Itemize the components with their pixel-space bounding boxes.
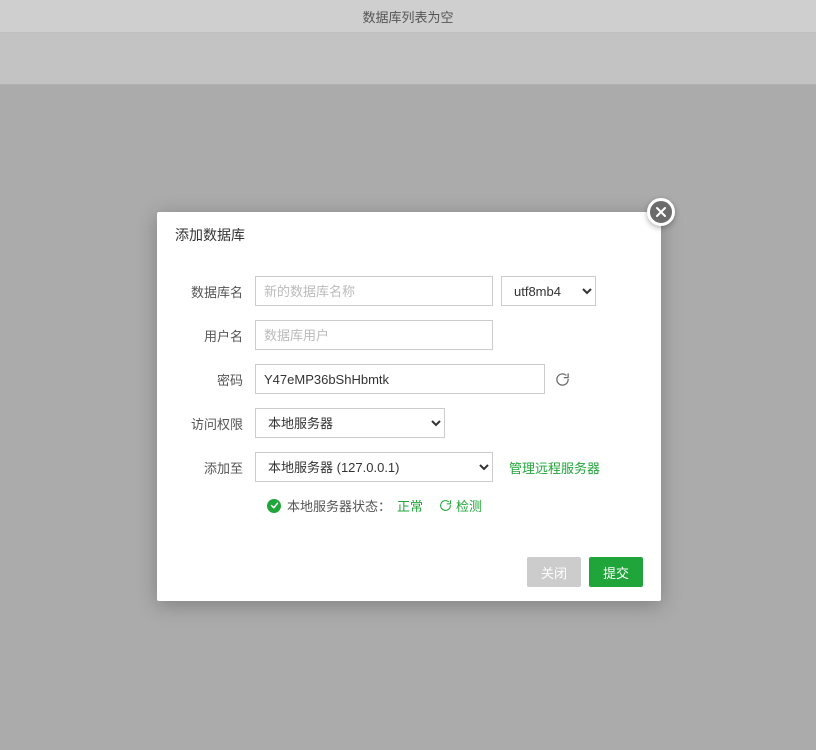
check-icon bbox=[270, 501, 279, 510]
manage-remote-link[interactable]: 管理远程服务器 bbox=[509, 458, 600, 477]
empty-db-message: 数据库列表为空 bbox=[362, 7, 453, 26]
charset-select[interactable]: utf8mb4 bbox=[501, 276, 596, 306]
regenerate-password-button[interactable] bbox=[553, 370, 571, 388]
recheck-label: 检测 bbox=[456, 496, 482, 515]
row-username: 用户名 bbox=[175, 320, 643, 350]
status-prefix: 本地服务器状态： bbox=[287, 496, 391, 515]
row-access: 访问权限 本地服务器 bbox=[175, 408, 643, 438]
modal-body: 数据库名 utf8mb4 用户名 密码 访问权 bbox=[157, 258, 661, 523]
row-password: 密码 bbox=[175, 364, 643, 394]
add-database-modal: 添加数据库 数据库名 utf8mb4 用户名 密码 bbox=[157, 212, 661, 601]
server-status-row: 本地服务器状态： 正常 检测 bbox=[267, 496, 643, 515]
username-input[interactable] bbox=[255, 320, 493, 350]
recheck-status-button[interactable]: 检测 bbox=[439, 496, 482, 515]
row-dbname: 数据库名 utf8mb4 bbox=[175, 276, 643, 306]
label-password: 密码 bbox=[175, 370, 255, 389]
access-select[interactable]: 本地服务器 bbox=[255, 408, 445, 438]
label-dbname: 数据库名 bbox=[175, 282, 255, 301]
refresh-icon bbox=[555, 372, 570, 387]
close-button[interactable]: 关闭 bbox=[527, 557, 581, 587]
page-subheader-bar bbox=[0, 33, 816, 85]
row-addto: 添加至 本地服务器 (127.0.0.1) 管理远程服务器 bbox=[175, 452, 643, 482]
close-icon bbox=[655, 206, 667, 218]
modal-footer: 关闭 提交 bbox=[157, 543, 661, 601]
label-access: 访问权限 bbox=[175, 414, 255, 433]
modal-close-button[interactable] bbox=[647, 198, 675, 226]
label-username: 用户名 bbox=[175, 326, 255, 345]
db-name-input[interactable] bbox=[255, 276, 493, 306]
addto-select[interactable]: 本地服务器 (127.0.0.1) bbox=[255, 452, 493, 482]
submit-button[interactable]: 提交 bbox=[589, 557, 643, 587]
password-input[interactable] bbox=[255, 364, 545, 394]
modal-title: 添加数据库 bbox=[157, 212, 661, 258]
status-ok-icon bbox=[267, 499, 281, 513]
page-header-bar: 数据库列表为空 bbox=[0, 0, 816, 33]
status-value: 正常 bbox=[397, 496, 423, 515]
refresh-small-icon bbox=[439, 499, 452, 512]
label-addto: 添加至 bbox=[175, 458, 255, 477]
